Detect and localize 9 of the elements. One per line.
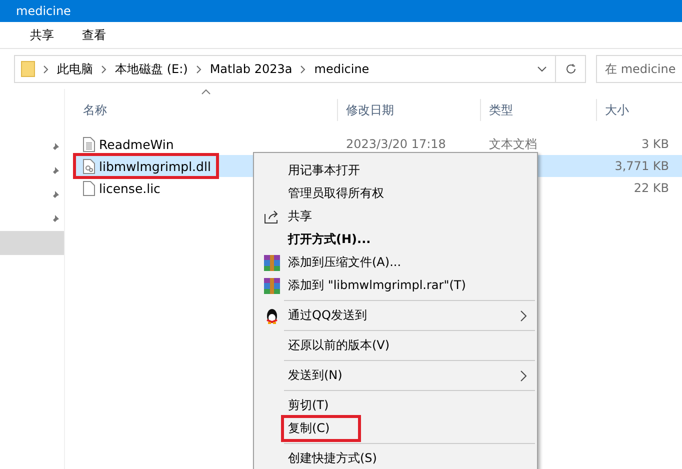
file-size: 3,771 KB <box>614 159 669 173</box>
window-title: medicine <box>16 4 71 18</box>
file-size: 3 KB <box>641 137 669 151</box>
file-size: 22 KB <box>634 181 669 195</box>
file-name: license.lic <box>99 180 160 196</box>
file-type: 文本文档 <box>489 136 537 150</box>
file-date: 2023/3/20 17:18 <box>346 137 446 151</box>
file-name: libmwlmgrimpl.dll <box>99 158 211 174</box>
file-name: ReadmeWin <box>99 136 174 152</box>
